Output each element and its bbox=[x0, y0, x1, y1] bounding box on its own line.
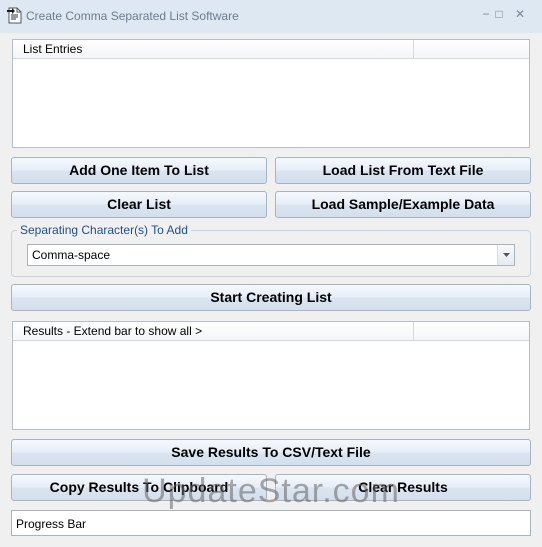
clear-list-button[interactable]: Clear List bbox=[11, 191, 267, 218]
close-button[interactable]: ✕ bbox=[509, 5, 531, 23]
chevron-down-icon bbox=[503, 253, 510, 257]
separator-selected-value: Comma-space bbox=[32, 248, 111, 262]
save-results-button[interactable]: Save Results To CSV/Text File bbox=[11, 439, 531, 466]
results-header: Results - Extend bar to show all > bbox=[13, 322, 529, 341]
results-column-header[interactable]: Results - Extend bar to show all > bbox=[13, 322, 414, 341]
load-list-from-file-button[interactable]: Load List From Text File bbox=[275, 157, 531, 184]
separator-group-label: Separating Character(s) To Add bbox=[17, 223, 191, 237]
list-entries-listview[interactable]: List Entries bbox=[12, 39, 530, 148]
list-entries-header: List Entries bbox=[13, 40, 529, 59]
add-one-item-button[interactable]: Add One Item To List bbox=[11, 157, 267, 184]
maximize-button[interactable]: □ bbox=[488, 5, 510, 23]
results-listview[interactable]: Results - Extend bar to show all > bbox=[12, 321, 530, 430]
load-sample-data-button[interactable]: Load Sample/Example Data bbox=[275, 191, 531, 218]
results-column-header-text: Results - Extend bar to show all > bbox=[23, 324, 203, 338]
clear-results-button[interactable]: Clear Results bbox=[275, 474, 531, 501]
title-bar: Create Comma Separated List Software − □… bbox=[0, 0, 542, 33]
window-title: Create Comma Separated List Software bbox=[26, 9, 239, 23]
app-icon bbox=[7, 7, 22, 24]
copy-results-button[interactable]: Copy Results To Clipboard bbox=[11, 474, 267, 501]
list-entries-column-header[interactable]: List Entries bbox=[13, 40, 414, 59]
progress-bar-label: Progress Bar bbox=[16, 517, 87, 531]
start-creating-list-button[interactable]: Start Creating List bbox=[11, 284, 531, 311]
progress-bar: Progress Bar bbox=[11, 510, 531, 536]
separator-combobox[interactable]: Comma-space bbox=[27, 244, 515, 266]
combo-dropdown-button[interactable] bbox=[497, 245, 514, 265]
